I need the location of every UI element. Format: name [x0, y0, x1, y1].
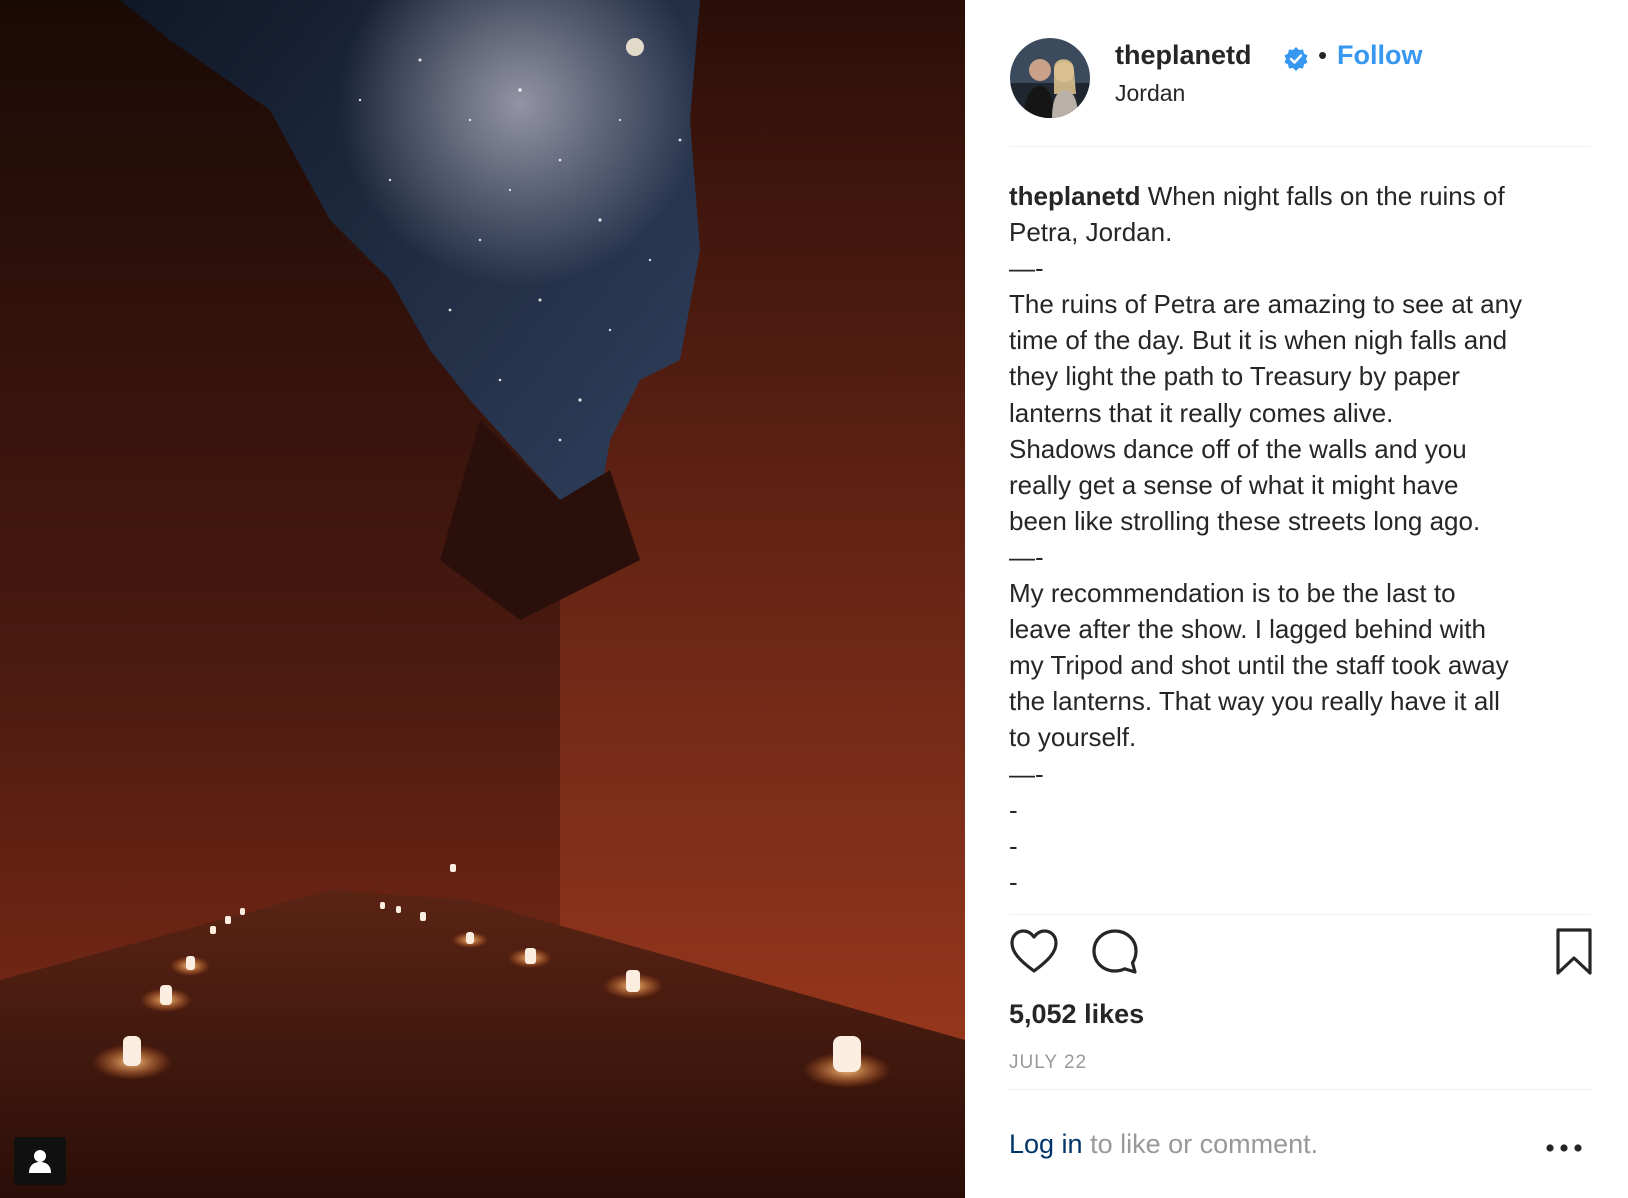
follow-button[interactable]: Follow [1337, 40, 1422, 71]
login-prompt: Log in to like or comment. [1009, 1129, 1318, 1160]
caption-line: really get a sense of what it might have [1009, 469, 1459, 500]
caption-line: leave after the show. I lagged behind wi… [1009, 614, 1486, 645]
caption-line: my Tripod and shot until the staff took … [1009, 650, 1509, 681]
caption-line: —- [1009, 253, 1044, 284]
user-tag-button[interactable] [14, 1137, 66, 1185]
location-link[interactable]: Jordan [1115, 80, 1185, 107]
instagram-post-page: theplanetd • Follow Jordan theplanetd Wh… [0, 0, 1628, 1198]
caption-line: —- [1009, 541, 1044, 572]
caption-line: they light the path to Treasury by paper [1009, 361, 1460, 392]
caption-line: time of the day. But it is when nigh fal… [1009, 325, 1508, 356]
login-link[interactable]: Log in [1009, 1129, 1083, 1159]
post-date[interactable]: JULY 22 [1009, 1052, 1087, 1074]
caption-text: When night falls on the ruins of [1147, 181, 1505, 211]
caption-line: The ruins of Petra are amazing to see at… [1009, 289, 1523, 320]
caption-line: - [1009, 794, 1018, 825]
likes-count[interactable]: 5,052 likes [1009, 999, 1144, 1030]
caption-line: been like strolling these streets long a… [1009, 505, 1481, 536]
footer-divider [1009, 1089, 1591, 1090]
user-tag-icon [29, 1150, 51, 1173]
caption-author-link[interactable]: theplanetd [1009, 181, 1140, 211]
caption-line: lanterns that it really comes alive. [1009, 397, 1394, 428]
caption-line: - [1009, 830, 1018, 861]
verified-badge-icon [1284, 47, 1308, 71]
caption: theplanetd When night falls on the ruins… [1009, 178, 1587, 900]
more-horizontal-icon[interactable] [1546, 1144, 1582, 1152]
caption-line: Shadows dance off of the walls and you [1009, 433, 1467, 464]
caption-line: My recommendation is to be the last to [1009, 578, 1456, 609]
caption-line: - [1009, 866, 1018, 897]
bookmark-icon[interactable] [1555, 928, 1593, 976]
post-photo[interactable] [0, 0, 965, 1198]
post-details-panel: theplanetd • Follow Jordan theplanetd Wh… [965, 0, 1628, 1198]
caption-line: the lanterns. That way you really have i… [1009, 686, 1500, 717]
action-bar [1009, 928, 1593, 980]
caption-line: —- [1009, 758, 1044, 789]
avatar-image [1010, 38, 1090, 118]
login-prompt-text: to like or comment. [1082, 1129, 1319, 1159]
caption-line: theplanetd When night falls on the ruins… [1009, 178, 1587, 214]
username-link[interactable]: theplanetd [1115, 40, 1252, 71]
avatar[interactable] [1010, 38, 1090, 118]
caption-line: to yourself. [1009, 722, 1137, 753]
heart-outline-icon[interactable] [1009, 928, 1059, 976]
header-divider [1009, 146, 1591, 147]
separator-dot: • [1318, 40, 1328, 70]
caption-divider [1009, 914, 1591, 915]
caption-line: Petra, Jordan. [1009, 217, 1173, 248]
petra-night-photo [0, 0, 965, 1198]
speech-bubble-icon[interactable] [1091, 928, 1139, 976]
